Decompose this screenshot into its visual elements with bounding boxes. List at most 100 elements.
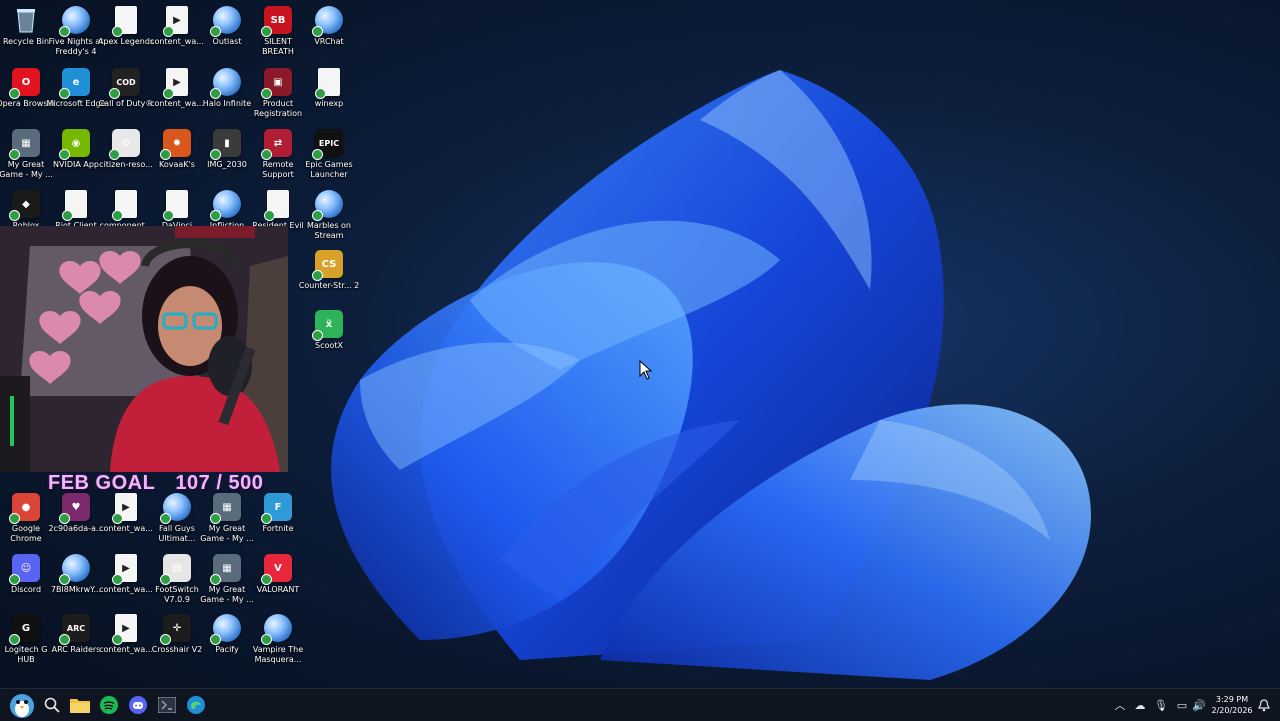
streamer-webcam-feed [0,226,288,472]
epic-games-icon: EPIC [312,129,343,160]
desktop-icon[interactable]: ARC ARC Raiders [50,610,102,670]
crosshair-icon: ✛ [160,614,191,645]
desktop-icon[interactable]: winexp [303,64,355,124]
desktop-icon[interactable]: ◉ NVIDIA App [50,125,102,185]
search-icon[interactable] [40,693,64,717]
desktop-icon-label: Counter-Str... 2 [298,281,360,290]
desktop-icon[interactable]: ● Google Chrome [0,489,52,549]
desktop-icon[interactable]: Five Nights at Freddy's 4 [49,2,103,62]
desktop-icon[interactable]: ▦ My Great Game - My ... [200,550,254,610]
desktop-icon[interactable]: Vampire The Masquera... [252,610,304,670]
spotify-icon[interactable] [97,693,121,717]
desktop-icon[interactable]: ▦ My Great Game - My ... [200,489,254,549]
remote-support-icon: ⇄ [261,129,292,160]
desktop-icon[interactable]: EPIC Epic Games Launcher [303,125,355,185]
file-icon [264,190,289,221]
taskbar: ︿ ☁ 🎙 ▭ 🔊 3:29 PM 2/20/2026 [0,688,1280,721]
desktop-icon[interactable]: Apex Legends [98,2,154,62]
notification-bell-icon[interactable] [1256,697,1272,713]
clock-time: 3:29 PM [1215,695,1249,704]
desktop-icon-label: winexp [314,99,344,108]
file-icon [112,190,137,221]
clock-date: 2/20/2026 [1211,706,1253,715]
mouse-cursor-icon [639,360,653,380]
globe-icon [210,190,241,221]
product-registration-icon: ▣ [261,68,292,99]
desktop-icon[interactable]: ▶ content_wa... [150,64,204,124]
chrome-icon: ● [9,493,40,524]
desktop-icon-label: Epic Games Launcher [305,160,353,179]
desktop-icon[interactable]: COD Call of Duty® [99,64,153,124]
microphone-icon[interactable]: 🎙 [1153,697,1169,713]
desktop-icon[interactable]: ▶ content_wa... [99,489,153,549]
webcam-overlay [0,226,288,472]
desktop-icon[interactable]: F Fortnite [252,489,304,549]
desktop-icon-label: Fortnite [262,524,294,533]
video-file-icon: ▶ [112,493,137,524]
volume-icon[interactable]: 🔊 [1191,697,1207,713]
desktop-icon[interactable]: e Microsoft Edge [46,64,106,124]
desktop-icon[interactable]: Marbles on Stream [303,186,355,246]
desktop-icon-label: VRChat [314,37,344,46]
desktop-icon[interactable]: ⚙ citizen-reso... [99,125,153,185]
desktop-icon[interactable]: ✹ KovaaK's [151,125,203,185]
desktop-icon[interactable]: ▣ Product Registration [252,64,304,124]
goal-label: FEB GOAL [48,472,156,494]
fortnite-icon: F [261,493,292,524]
image-file-icon: ▮ [210,129,241,160]
globe-icon [312,190,343,221]
video-file-icon: ▶ [163,68,188,99]
desktop-icon[interactable]: ▦ My Great Game - My ... [0,125,53,185]
desktop-icon[interactable]: ▶ content_wa... [99,610,153,670]
footswitch-icon: ▤ [160,554,191,585]
globe-icon [59,554,90,585]
roblox-icon: ◆ [9,190,40,221]
call-of-duty-icon: COD [109,68,140,99]
discord-icon: ☺ [9,554,40,585]
desktop-icon[interactable]: ẍ ScootX [303,306,355,366]
desktop-icon[interactable]: Outlast [201,2,253,62]
video-file-icon: ▶ [112,614,137,645]
edge-icon[interactable] [184,693,208,717]
desktop-icon[interactable]: G Logitech G HUB [0,610,52,670]
taskbar-clock[interactable]: 3:29 PM 2/20/2026 [1208,694,1256,716]
feb-goal-overlay: FEB GOAL 107 / 500 [48,472,277,495]
desktop-icon[interactable]: ☺ Discord [0,550,52,610]
desktop-icon[interactable]: Halo Infinite [201,64,253,124]
chevron-up-icon[interactable]: ︿ [1112,697,1128,713]
valorant-icon: V [261,554,292,585]
desktop-icon[interactable]: 7Bl8MkrwY... [50,550,102,610]
desktop-icon[interactable]: ▶ content_wa... [99,550,153,610]
network-icon[interactable]: ▭ [1174,697,1190,713]
globe-icon [59,6,90,37]
desktop-icon-label: VALORANT [256,585,300,594]
desktop-icon[interactable]: O Opera Browser [0,64,56,124]
desktop-icon[interactable]: ▮ IMG_2030 [201,125,253,185]
desktop-icon[interactable]: ⇄ Remote Support [252,125,304,185]
desktop-icon[interactable]: V VALORANT [252,550,304,610]
nvidia-icon: ◉ [59,129,90,160]
desktop-icon[interactable]: ✛ Crosshair V2 [151,610,203,670]
desktop-icon[interactable]: VRChat [303,2,355,62]
file-icon [112,6,137,37]
desktop-icon[interactable]: ▶ content_wa... [150,2,204,62]
game-thumbnail-icon: ▦ [210,493,241,524]
file-explorer-icon[interactable] [68,693,92,717]
desktop-icon[interactable]: CS Counter-Str... 2 [299,246,359,306]
globe-icon [312,6,343,37]
desktop[interactable]: Recycle Bin Five Nights at Freddy's 4 Apex… [0,0,1280,688]
onedrive-icon[interactable]: ☁ [1132,697,1148,713]
kovaaks-icon: ✹ [160,129,191,160]
video-file-icon: ▶ [112,554,137,585]
discord-icon[interactable] [126,693,150,717]
goal-progress: 107 / 500 [175,472,264,494]
desktop-icon[interactable]: Pacify [201,610,253,670]
image-file-icon: ♥ [59,493,90,524]
desktop-icon[interactable]: SB SILENT BREATH [252,2,304,62]
file-icon [163,190,188,221]
penguin-avatar-icon[interactable] [8,691,36,719]
recycle-bin-icon [12,6,40,34]
terminal-icon[interactable] [155,693,179,717]
file-icon [62,190,87,221]
desktop-icon[interactable]: ♥ 2c90a6da-a... [48,489,104,549]
